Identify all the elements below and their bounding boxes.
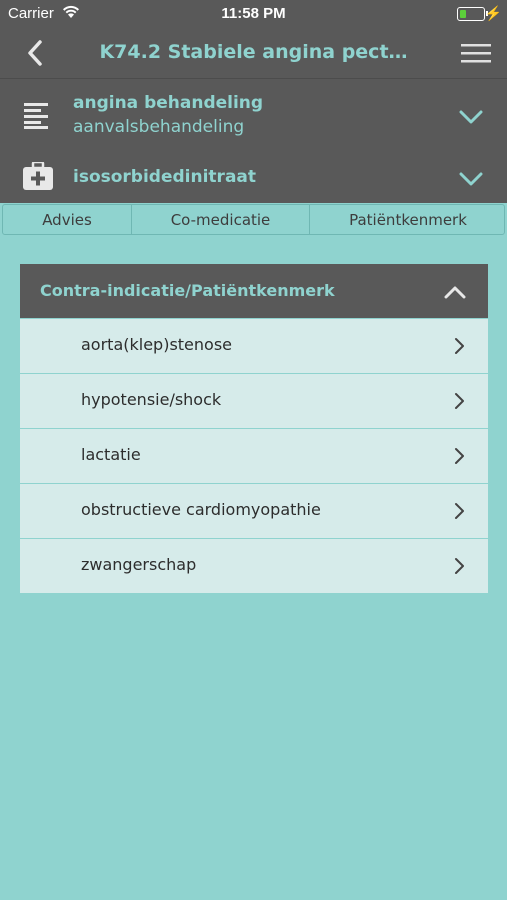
chevron-right-icon xyxy=(454,557,464,575)
contra-indication-card: Contra-indicatie/Patiëntkenmerk aorta(kl… xyxy=(20,264,488,593)
medication-selector[interactable]: isosorbidedinitraat xyxy=(0,153,507,203)
treatment-subtitle: aanvalsbehandeling xyxy=(73,117,245,137)
chevron-down-icon[interactable] xyxy=(459,171,483,186)
list-item[interactable]: lactatie xyxy=(20,428,488,483)
tab-co-medicatie[interactable]: Co-medicatie xyxy=(132,205,310,234)
chevron-right-icon xyxy=(454,392,464,410)
chevron-right-icon xyxy=(454,447,464,465)
list-item[interactable]: aorta(klep)stenose xyxy=(20,318,488,373)
list-item-label: hypotensie/shock xyxy=(81,390,222,409)
navigation-bar: K74.2 Stabiele angina pect… xyxy=(0,28,507,78)
list-item-label: lactatie xyxy=(81,445,141,464)
chevron-up-icon[interactable] xyxy=(444,284,466,299)
card-header[interactable]: Contra-indicatie/Patiëntkenmerk xyxy=(20,264,488,318)
list-item[interactable]: obstructieve cardiomyopathie xyxy=(20,483,488,538)
battery-icon xyxy=(457,7,485,21)
medical-kit-icon xyxy=(23,160,53,194)
back-chevron-icon[interactable] xyxy=(22,38,52,68)
treatment-selector[interactable]: angina behandeling aanvalsbehandeling xyxy=(0,78,507,154)
status-bar: Carrier 11:58 PM ⚡ xyxy=(0,0,507,28)
list-item-label: obstructieve cardiomyopathie xyxy=(81,500,321,519)
charging-bolt-icon: ⚡ xyxy=(484,5,502,21)
treatment-title: angina behandeling xyxy=(73,93,264,113)
page-title: K74.2 Stabiele angina pect… xyxy=(99,41,408,63)
list-lines-icon xyxy=(24,103,48,133)
chevron-right-icon xyxy=(454,502,464,520)
clock: 11:58 PM xyxy=(221,5,286,22)
list-item[interactable]: zwangerschap xyxy=(20,538,488,593)
tab-patientkenmerk[interactable]: Patiëntkenmerk xyxy=(310,205,506,234)
hamburger-menu-icon[interactable] xyxy=(461,42,491,64)
list-item-label: zwangerschap xyxy=(81,555,197,574)
chevron-down-icon[interactable] xyxy=(459,109,483,124)
medication-title: isosorbidedinitraat xyxy=(73,167,257,187)
chevron-right-icon xyxy=(454,337,464,355)
list-item[interactable]: hypotensie/shock xyxy=(20,373,488,428)
card-title: Contra-indicatie/Patiëntkenmerk xyxy=(40,281,335,300)
list-item-label: aorta(klep)stenose xyxy=(81,335,233,354)
segmented-tabs: Advies Co-medicatie Patiëntkenmerk xyxy=(2,204,505,235)
tab-advies[interactable]: Advies xyxy=(3,205,132,234)
